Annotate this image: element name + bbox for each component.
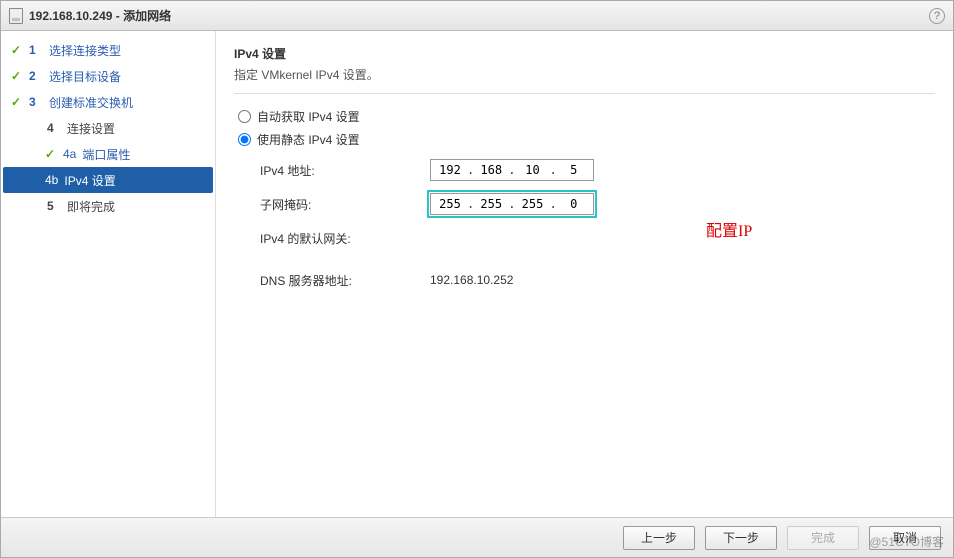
ip-octet-2[interactable] [476, 163, 506, 177]
footer: 上一步 下一步 完成 取消 @51CTO博客 [1, 517, 953, 557]
finish-button: 完成 [787, 526, 859, 550]
radio-auto-ipv4[interactable]: 自动获取 IPv4 设置 [238, 108, 935, 125]
step-label: 选择连接类型 [49, 42, 121, 59]
wizard-sidebar: ✓ 1 选择连接类型 ✓ 2 选择目标设备 ✓ 3 创建标准交换机 4 连接设置… [1, 31, 216, 517]
section-desc: 指定 VMkernel IPv4 设置。 [234, 66, 935, 83]
ip-octet-3[interactable] [517, 163, 547, 177]
step-create-switch[interactable]: ✓ 3 创建标准交换机 [1, 89, 215, 115]
label-default-gateway: IPv4 的默认网关: [260, 230, 430, 247]
ip-octet-4[interactable] [559, 163, 589, 177]
step-label: 选择目标设备 [49, 68, 121, 85]
label-subnet-mask: 子网掩码: [260, 196, 430, 213]
radio-label: 自动获取 IPv4 设置 [257, 108, 360, 125]
subnet-mask-input[interactable]: . . . [430, 193, 594, 215]
cancel-button[interactable]: 取消 [869, 526, 941, 550]
label-ipv4-address: IPv4 地址: [260, 162, 430, 179]
dns-server-value: 192.168.10.252 [430, 273, 513, 287]
radio-auto-input[interactable] [238, 110, 251, 123]
radio-static-input[interactable] [238, 133, 251, 146]
step-connection-settings[interactable]: 4 连接设置 [1, 115, 215, 141]
step-ready-complete[interactable]: 5 即将完成 [1, 193, 215, 219]
window-title: 192.168.10.249 - 添加网络 [29, 7, 171, 24]
step-label: 连接设置 [67, 120, 115, 137]
host-icon [9, 8, 23, 24]
help-icon[interactable]: ? [929, 8, 945, 24]
step-ipv4-settings[interactable]: 4b IPv4 设置 [3, 167, 213, 193]
step-connection-type[interactable]: ✓ 1 选择连接类型 [1, 37, 215, 63]
back-button[interactable]: 上一步 [623, 526, 695, 550]
check-icon: ✓ [11, 69, 25, 83]
ipv4-address-input[interactable]: . . . [430, 159, 594, 181]
titlebar: 192.168.10.249 - 添加网络 ? [1, 1, 953, 31]
check-icon: ✓ [11, 95, 25, 109]
section-title: IPv4 设置 [234, 45, 935, 62]
step-target-device[interactable]: ✓ 2 选择目标设备 [1, 63, 215, 89]
step-label: IPv4 设置 [64, 172, 115, 189]
mask-octet-1[interactable] [435, 197, 465, 211]
mask-octet-2[interactable] [476, 197, 506, 211]
step-port-properties[interactable]: ✓ 4a 端口属性 [1, 141, 215, 167]
ip-octet-1[interactable] [435, 163, 465, 177]
check-icon: ✓ [11, 43, 25, 57]
step-label: 创建标准交换机 [49, 94, 133, 111]
radio-static-ipv4[interactable]: 使用静态 IPv4 设置 [238, 131, 935, 148]
label-dns-server: DNS 服务器地址: [260, 272, 430, 289]
radio-label: 使用静态 IPv4 设置 [257, 131, 360, 148]
mask-octet-3[interactable] [517, 197, 547, 211]
divider [234, 93, 935, 94]
annotation-configure-ip: 配置IP [706, 217, 752, 241]
step-label: 即将完成 [67, 198, 115, 215]
mask-octet-4[interactable] [559, 197, 589, 211]
step-label: 端口属性 [82, 146, 130, 163]
next-button[interactable]: 下一步 [705, 526, 777, 550]
content-pane: IPv4 设置 指定 VMkernel IPv4 设置。 自动获取 IPv4 设… [216, 31, 953, 517]
check-icon: ✓ [45, 147, 59, 161]
